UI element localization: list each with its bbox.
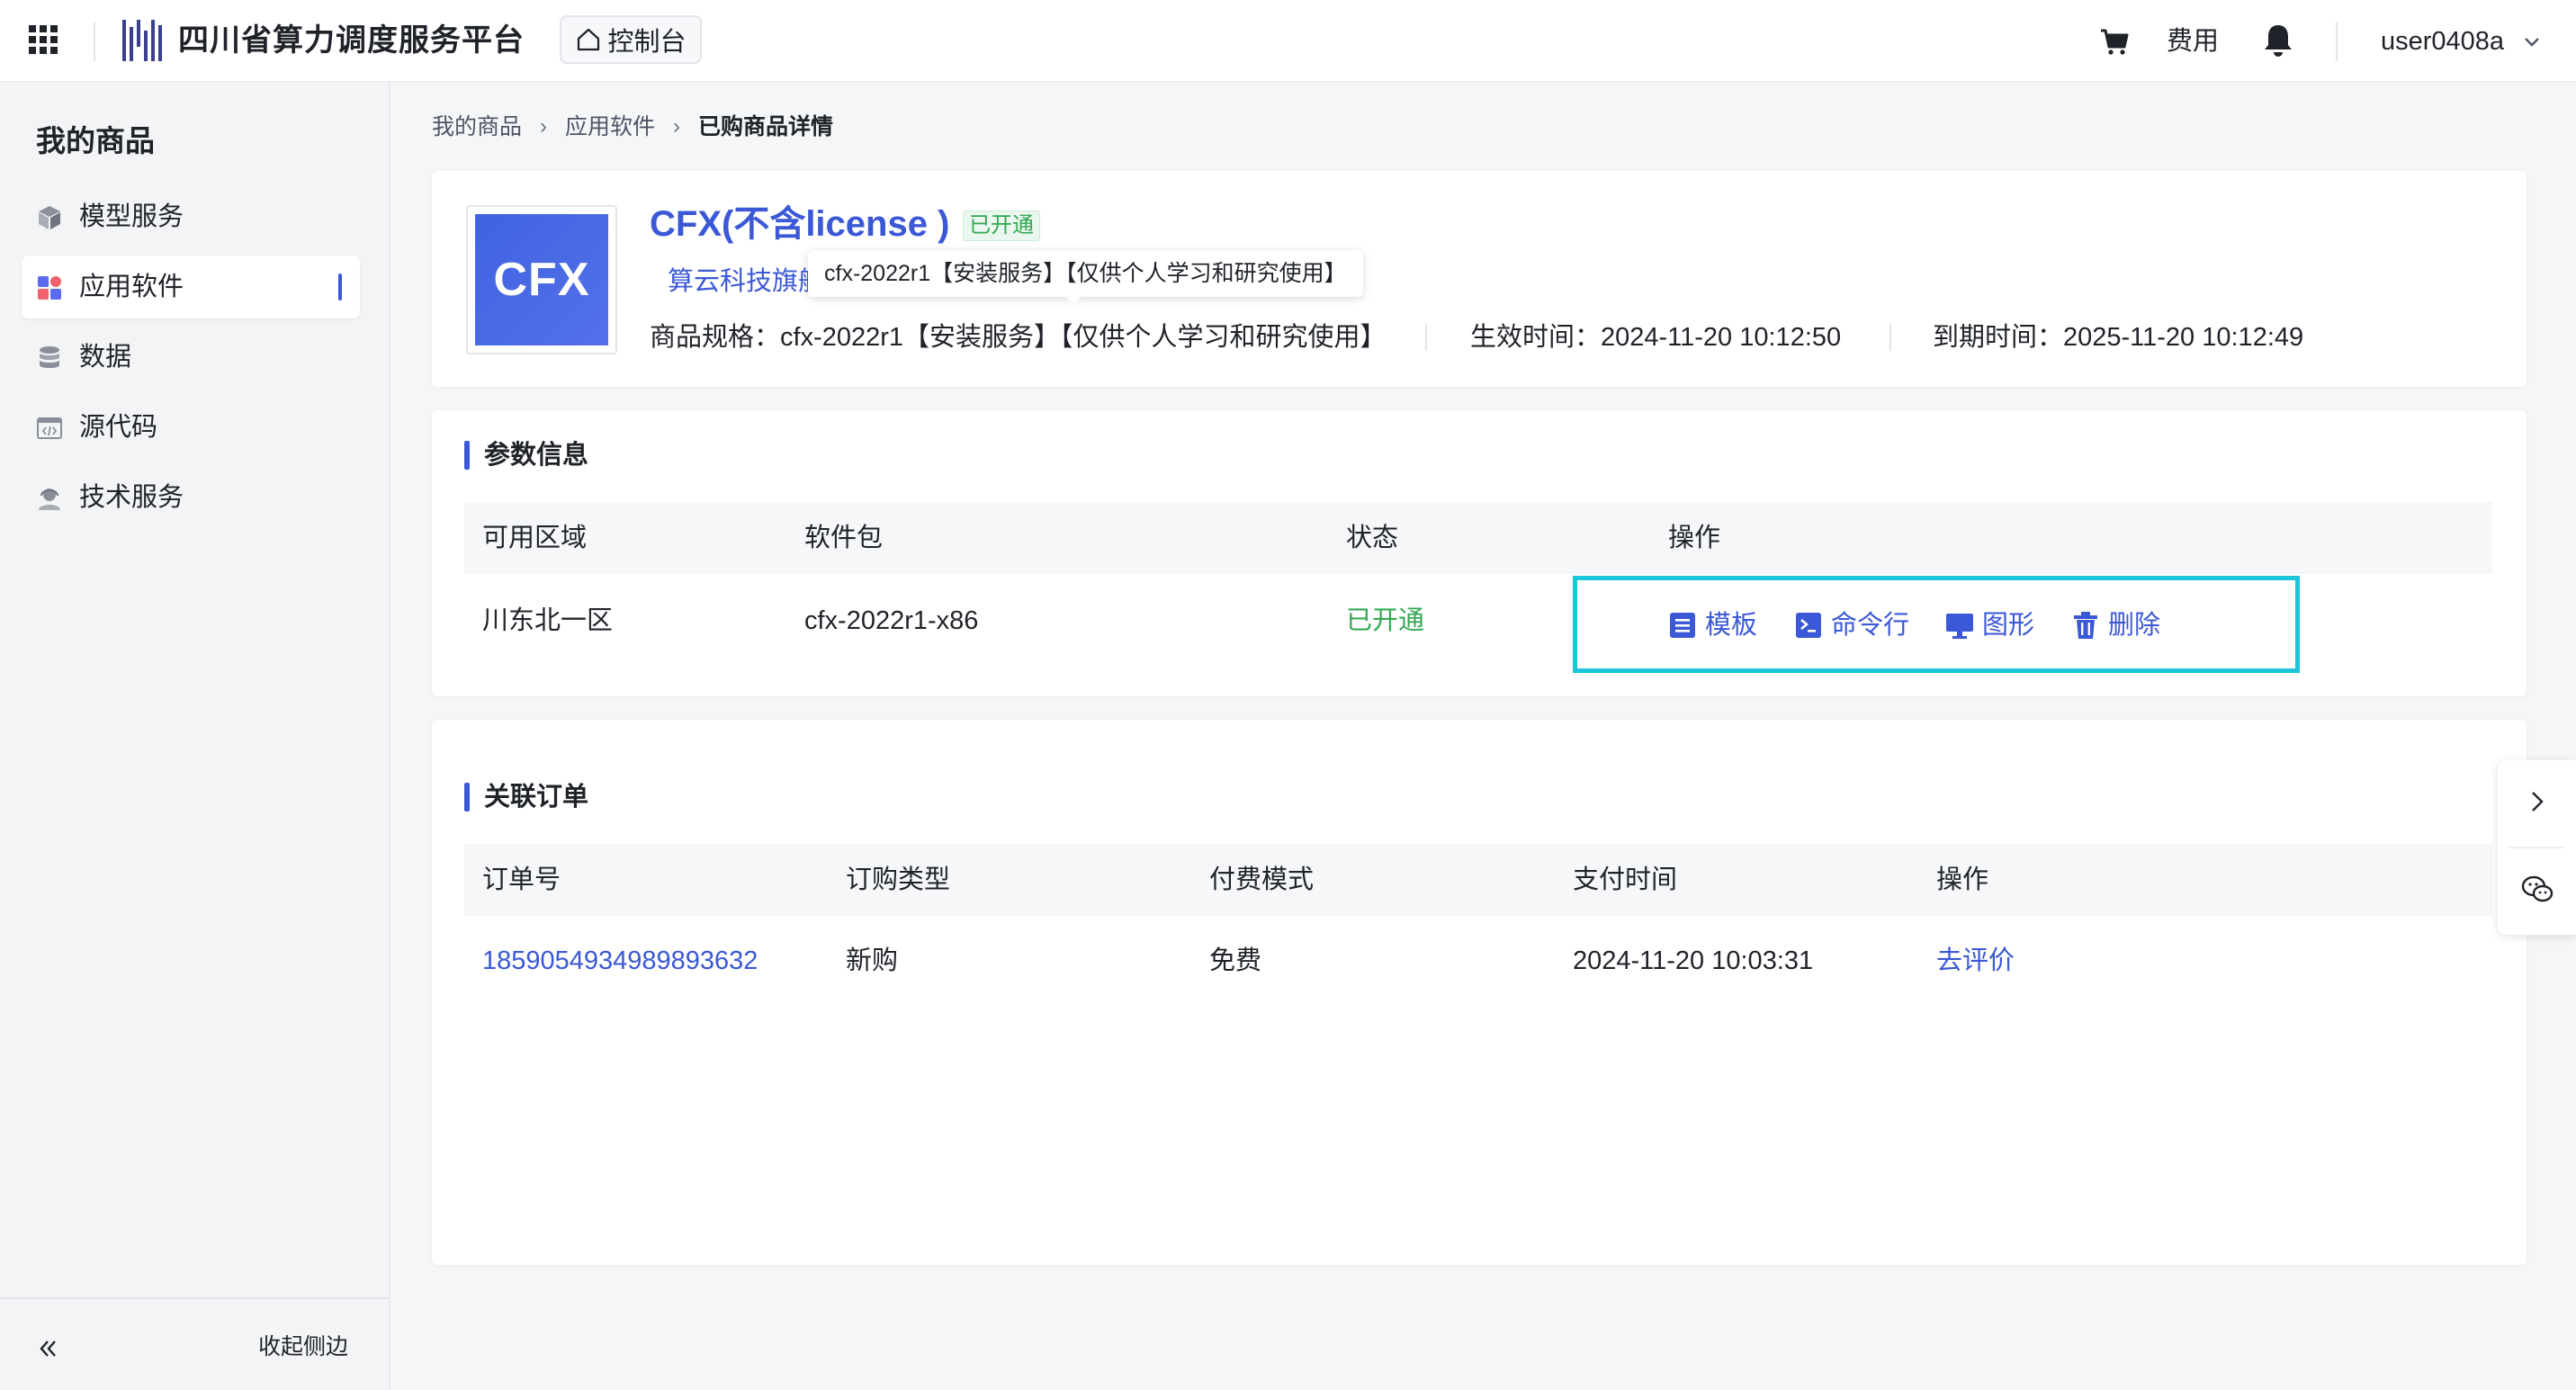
sidebar-item-source-code[interactable]: 源代码 <box>22 396 360 459</box>
breadcrumb-current: 已购商品详情 <box>698 114 834 139</box>
platform-title[interactable]: 四川省算力调度服务平台 <box>178 20 525 61</box>
bell-icon[interactable] <box>2261 22 2295 58</box>
divider <box>1889 324 1891 351</box>
database-icon <box>36 345 63 372</box>
username[interactable]: user0408a <box>2381 23 2504 59</box>
sidebar-item-tech-service[interactable]: 技术服务 <box>22 466 360 529</box>
support-person-icon <box>36 485 63 512</box>
order-number-link[interactable]: 1859054934989893632 <box>482 943 758 979</box>
action-label: 命令行 <box>1831 611 1910 640</box>
section-accent-bar <box>464 783 470 812</box>
params-card: 参数信息 可用区域 软件包 状态 操作 川东北一区 cfx-2022r1-x86… <box>432 410 2527 696</box>
column-header: 支付时间 <box>1573 865 1678 894</box>
top-bar: 四川省算力调度服务平台 控制台 费用 user0408a <box>0 0 2576 83</box>
vendor-link[interactable]: 算云科技旗舰 <box>668 263 824 300</box>
sidebar-item-data[interactable]: 数据 <box>22 326 360 389</box>
column-header: 可用区域 <box>482 524 588 552</box>
product-logo-image: CFX <box>475 214 608 345</box>
console-button[interactable]: 控制台 <box>560 15 702 64</box>
order-type-cell: 新购 <box>846 946 899 975</box>
breadcrumb-item[interactable]: 我的商品 <box>432 112 522 142</box>
code-icon <box>36 415 63 442</box>
wechat-icon[interactable] <box>2519 872 2555 908</box>
sidebar-item-app-software[interactable]: 应用软件 <box>22 256 360 318</box>
column-header: 订购类型 <box>846 865 951 894</box>
sidebar-item-label: 模型服务 <box>79 202 184 231</box>
divider <box>1425 324 1427 351</box>
trash-icon <box>2074 612 2097 639</box>
actions-highlight: 模板 命令行 图形 删除 <box>1573 576 2300 673</box>
chevron-right-icon: › <box>673 114 681 139</box>
pay-mode-cell: 免费 <box>1209 946 1262 975</box>
console-label: 控制台 <box>607 28 687 57</box>
expire-time: 到期时间：2025-11-20 10:12:49 <box>1933 323 2304 352</box>
floating-panel <box>2498 760 2576 935</box>
sidebar-title: 我的商品 <box>36 124 155 157</box>
action-label: 图形 <box>1982 611 2035 640</box>
pay-time-cell: 2024-11-20 10:03:31 <box>1573 946 1814 975</box>
sidebar-item-label: 源代码 <box>79 413 158 442</box>
sidebar-item-model-service[interactable]: 模型服务 <box>22 185 360 248</box>
sidebar: 我的商品 模型服务 应用软件 数据 源代码 技术服务 收起侧边 <box>0 83 390 1390</box>
table-header: 订单号 订购类型 付费模式 支付时间 操作 <box>464 844 2492 916</box>
cube-icon <box>36 204 63 231</box>
region-cell: 川东北一区 <box>482 606 614 635</box>
active-indicator <box>338 274 342 300</box>
divider <box>94 22 95 61</box>
status-cell: 已开通 <box>1346 606 1425 635</box>
column-header: 付费模式 <box>1209 865 1315 894</box>
section-title: 参数信息 <box>484 441 589 470</box>
product-spec: 商品规格：cfx-2022r1【安装服务】【仅供个人学习和研究使用】 <box>650 323 1387 352</box>
effective-time: 生效时间：2024-11-20 10:12:50 <box>1470 323 1842 352</box>
review-link[interactable]: 去评价 <box>1936 943 2015 979</box>
action-label: 模板 <box>1705 611 1758 640</box>
action-label: 删除 <box>2108 611 2161 640</box>
breadcrumb: 我的商品 › 应用软件 › 已购商品详情 <box>432 112 833 142</box>
column-header: 状态 <box>1346 524 1399 552</box>
table-header: 可用区域 软件包 状态 操作 <box>464 502 2492 574</box>
product-logo: CFX <box>466 205 617 354</box>
monitor-icon <box>1946 614 1973 639</box>
product-name[interactable]: CFX(不含license ) <box>650 200 949 248</box>
status-badge: 已开通 <box>963 211 1040 241</box>
orders-card: 关联订单 订单号 订购类型 付费模式 支付时间 操作 1859054934989… <box>432 720 2527 1265</box>
column-header: 软件包 <box>804 524 884 552</box>
apps-icon <box>36 274 63 301</box>
sidebar-item-label: 应用软件 <box>79 273 184 301</box>
column-header: 操作 <box>1936 865 1989 894</box>
chevron-right-icon: › <box>540 114 548 139</box>
column-header: 操作 <box>1668 524 1721 552</box>
fee-link[interactable]: 费用 <box>2167 23 2219 59</box>
terminal-button[interactable]: 命令行 <box>1793 607 1909 643</box>
divider <box>0 1297 389 1299</box>
collapse-sidebar-button[interactable]: 收起侧边 <box>258 1332 348 1362</box>
sidebar-item-label: 数据 <box>79 343 132 372</box>
column-header: 订单号 <box>482 865 561 894</box>
tooltip-arrow <box>1064 295 1082 304</box>
template-icon <box>1670 613 1695 638</box>
platform-logo-icon[interactable] <box>122 18 166 63</box>
divider <box>2509 847 2565 848</box>
spec-tooltip: cfx-2022r1【安装服务】【仅供个人学习和研究使用】 <box>808 250 1363 297</box>
double-chevron-left-icon[interactable] <box>34 1335 61 1362</box>
chevron-right-icon[interactable] <box>2523 787 2552 816</box>
template-button[interactable]: 模板 <box>1667 607 1757 643</box>
sidebar-item-label: 技术服务 <box>79 483 184 512</box>
package-cell: cfx-2022r1-x86 <box>804 606 979 635</box>
section-accent-bar <box>464 441 470 470</box>
delete-button[interactable]: 删除 <box>2070 607 2160 643</box>
graphics-button[interactable]: 图形 <box>1944 607 2034 643</box>
divider <box>2336 22 2338 61</box>
product-card: CFX CFX(不含license ) 已开通 算云科技旗舰 cfx-2022r… <box>432 171 2527 387</box>
home-icon <box>578 28 600 51</box>
app-grid-icon[interactable] <box>27 23 59 56</box>
cart-icon[interactable] <box>2098 25 2131 58</box>
breadcrumb-item[interactable]: 应用软件 <box>565 112 655 142</box>
section-title: 关联订单 <box>484 783 589 812</box>
chevron-down-icon[interactable] <box>2521 31 2543 52</box>
terminal-icon <box>1796 613 1821 638</box>
